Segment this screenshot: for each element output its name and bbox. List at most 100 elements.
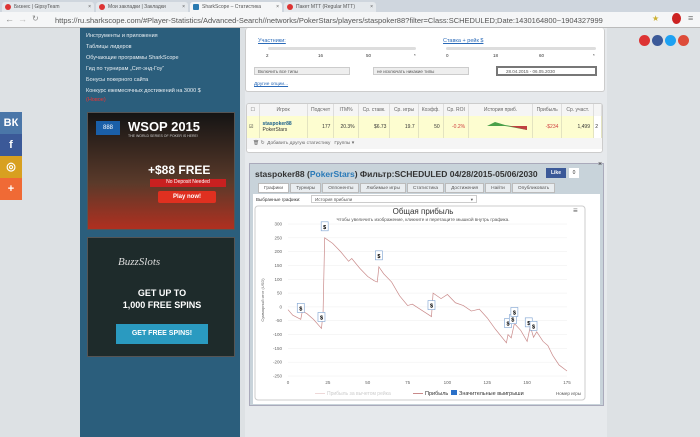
table-header-row: ☐ Игрок Подсчет ITM% Ср. ставк. Ср. игры…	[247, 104, 602, 116]
column-header[interactable]: История приб.	[468, 104, 533, 116]
fb-like-button[interactable]: Like	[546, 168, 566, 178]
address-bar-row: ← → ↻ https://ru.sharkscope.com/#Player-…	[0, 12, 700, 28]
tab-find[interactable]: Найти	[485, 183, 511, 193]
menu-icon[interactable]: ≡	[688, 13, 693, 23]
buzzslots-ad-banner[interactable]: BuzzSlots GET UP TO 1,000 FREE SPINS GET…	[87, 237, 235, 357]
legend-item: Значительные выигрыши	[459, 391, 524, 397]
close-icon[interactable]: ×	[276, 4, 279, 10]
add-stat-button[interactable]: Добавить другую статистику	[267, 141, 330, 146]
dollar-icon: $	[513, 310, 516, 316]
participants-slider[interactable]	[268, 47, 416, 50]
facebook-icon[interactable]	[652, 35, 663, 46]
nav-item[interactable]: Обучающие программы SharkScope	[86, 53, 234, 64]
facebook-icon[interactable]: f	[0, 134, 22, 156]
ad-column: 888 WSOP 2015 THE WORLD SERIES OF POKER …	[80, 106, 240, 437]
y-tick-label: 250	[274, 235, 282, 240]
back-icon[interactable]: ←	[5, 14, 14, 24]
browser-tabbar: Бизнес | GipsyTeam × Мои закладки | Закла…	[0, 0, 700, 12]
tab-charts[interactable]: Графики	[258, 183, 290, 193]
play-now-button[interactable]: Play now!	[158, 191, 216, 203]
chart-title: Общая прибыль	[393, 207, 454, 216]
nav-item[interactable]: Таблицы лидеров	[86, 42, 234, 53]
column-header[interactable]: ITM%	[333, 104, 359, 116]
browser-tab[interactable]: Мои закладки | Закладки ×	[96, 2, 188, 12]
column-header[interactable]: Прибыль	[532, 104, 563, 116]
tab-favicon-icon	[287, 4, 293, 10]
exclude-types-select[interactable]: не исключать никакие типы	[373, 67, 469, 75]
tab-favicon-icon	[5, 4, 11, 10]
tab-publish[interactable]: Опубликовать	[511, 183, 556, 193]
delete-icon[interactable]: 🗑	[253, 141, 259, 146]
network-link[interactable]: PokerStars	[310, 169, 355, 179]
tick: *	[414, 53, 416, 58]
dollar-icon: $	[511, 318, 514, 324]
table-row[interactable]: ☑ staspoker88 PokerStars 177 20.3% $6.73 …	[247, 116, 602, 138]
star-icon[interactable]: ★	[652, 14, 659, 23]
select-all-checkbox[interactable]: ☐	[247, 104, 260, 116]
refresh-icon[interactable]: ↻	[260, 141, 264, 146]
legend-item: Прибыль	[425, 391, 448, 397]
sparkline-negative	[508, 126, 527, 130]
tab-favicon-icon	[99, 4, 105, 10]
pinterest-icon[interactable]	[639, 35, 650, 46]
ad-line: GET UP TO	[137, 288, 187, 298]
tab-tournaments[interactable]: Турниры	[290, 183, 322, 193]
cell-avg-participants: 1,499	[561, 116, 594, 138]
tab-favorite-games[interactable]: Любимые игры	[360, 183, 406, 193]
close-icon[interactable]: ×	[88, 4, 91, 10]
extension-icon[interactable]	[672, 13, 681, 24]
column-header[interactable]: Коэфф.	[418, 104, 444, 116]
groups-button[interactable]: Группы ▾	[334, 141, 354, 146]
nav-item[interactable]: Инструменты и приложения	[86, 31, 234, 42]
free-spins-button[interactable]: GET FREE SPINS!	[116, 324, 208, 344]
odnoklassniki-icon[interactable]: ◎	[0, 156, 22, 178]
column-header[interactable]: Ср. ROI	[443, 104, 470, 116]
vk-icon[interactable]: ВК	[0, 112, 22, 134]
reload-icon[interactable]: ↻	[32, 14, 39, 23]
column-header[interactable]: Ср. участ.	[561, 104, 594, 116]
nav-item[interactable]: Бонусы покерного сайта	[86, 75, 234, 86]
x-tick-label: 175	[563, 380, 571, 385]
stake-label[interactable]: Ставка + рейк $	[443, 38, 483, 44]
url-input[interactable]: https://ru.sharkscope.com/#Player-Statis…	[55, 14, 625, 26]
tab-achievements[interactable]: Достижения	[445, 183, 485, 193]
participants-label[interactable]: Участники:	[258, 38, 286, 44]
cell-coef: 50	[418, 116, 444, 138]
player-chart-panel: staspoker88 (PokerStars) Фильтр:SCHEDULE…	[249, 161, 604, 406]
browser-tab[interactable]: Пакет MTT (Regular MTT) ×	[284, 2, 376, 12]
stake-slider[interactable]	[446, 47, 596, 50]
forward-icon[interactable]: →	[18, 14, 27, 24]
x-tick-label: 50	[365, 380, 371, 385]
y-tick-label: 300	[274, 222, 282, 227]
profit-chart[interactable]: Общая прибыльЧтобы увеличить изображение…	[253, 205, 588, 403]
close-icon[interactable]: ×	[598, 161, 602, 168]
x-tick-label: 25	[325, 380, 331, 385]
profit-sparkline	[468, 116, 533, 138]
nav-item[interactable]: Конкурс ежемесячных достижений на 3000 $	[86, 86, 234, 97]
column-header[interactable]: Игрок	[259, 104, 308, 116]
tab-statistics[interactable]: Статистика	[406, 183, 445, 193]
column-header[interactable]: Ср. игры	[389, 104, 419, 116]
fb-like-count: 0	[569, 168, 579, 178]
row-checkbox[interactable]: ☑	[247, 116, 260, 138]
browser-tab[interactable]: Бизнес | GipsyTeam ×	[2, 2, 94, 12]
googleplus-icon[interactable]	[678, 35, 689, 46]
include-types-select[interactable]: Включить все типы	[254, 67, 350, 75]
twitter-icon[interactable]	[665, 35, 676, 46]
more-share-icon[interactable]: +	[0, 178, 22, 200]
close-icon[interactable]: ×	[370, 4, 373, 10]
date-range-input[interactable]: 28.04.2015 - 06.05.2030	[496, 66, 597, 76]
close-icon[interactable]: ×	[182, 4, 185, 10]
wsop-ad-banner[interactable]: 888 WSOP 2015 THE WORLD SERIES OF POKER …	[87, 112, 235, 230]
chart-menu-icon[interactable]: ≡	[573, 206, 578, 215]
browser-tab-active[interactable]: SharkScope – Статистика ×	[190, 2, 282, 12]
nav-item[interactable]: Гид по турнирам „Сит-энд-Гоу“	[86, 64, 234, 75]
column-header[interactable]: Подсчет	[307, 104, 335, 116]
chart-select[interactable]: История прибыли ▾	[311, 195, 477, 203]
y-tick-label: -150	[273, 346, 283, 351]
tab-favicon-icon	[193, 4, 199, 10]
legend-swatch	[451, 390, 457, 395]
more-options-link[interactable]: Другие опции...	[254, 82, 288, 87]
tab-opponents[interactable]: Оппоненты	[322, 183, 360, 193]
column-header[interactable]: Ср. ставк.	[358, 104, 391, 116]
